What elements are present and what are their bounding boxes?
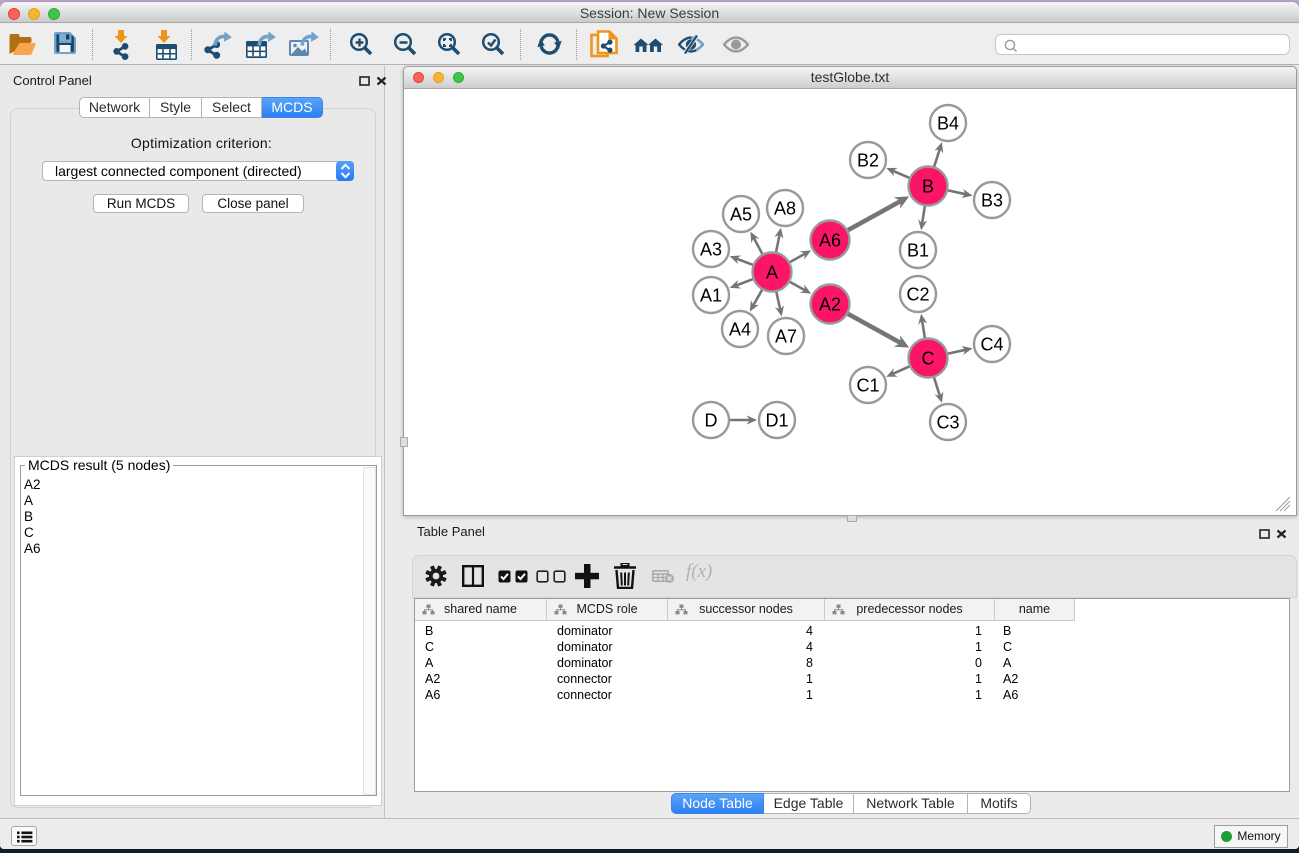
svg-text:B1: B1 <box>907 240 929 260</box>
svg-text:D1: D1 <box>765 410 788 430</box>
svg-text:B4: B4 <box>937 113 959 133</box>
svg-text:A1: A1 <box>700 285 722 305</box>
svg-text:C: C <box>922 348 935 368</box>
svg-text:C2: C2 <box>906 284 929 304</box>
svg-text:B: B <box>922 176 934 196</box>
svg-text:A7: A7 <box>775 326 797 346</box>
svg-text:B2: B2 <box>857 150 879 170</box>
svg-text:B3: B3 <box>981 190 1003 210</box>
svg-text:A4: A4 <box>729 319 751 339</box>
svg-text:C4: C4 <box>980 334 1003 354</box>
svg-text:C1: C1 <box>856 375 879 395</box>
svg-text:A6: A6 <box>819 230 841 250</box>
svg-text:A2: A2 <box>819 294 841 314</box>
svg-text:A3: A3 <box>700 239 722 259</box>
svg-text:A8: A8 <box>774 198 796 218</box>
svg-text:A: A <box>766 262 778 282</box>
svg-text:C3: C3 <box>936 412 959 432</box>
svg-text:A5: A5 <box>730 204 752 224</box>
svg-text:D: D <box>705 410 718 430</box>
